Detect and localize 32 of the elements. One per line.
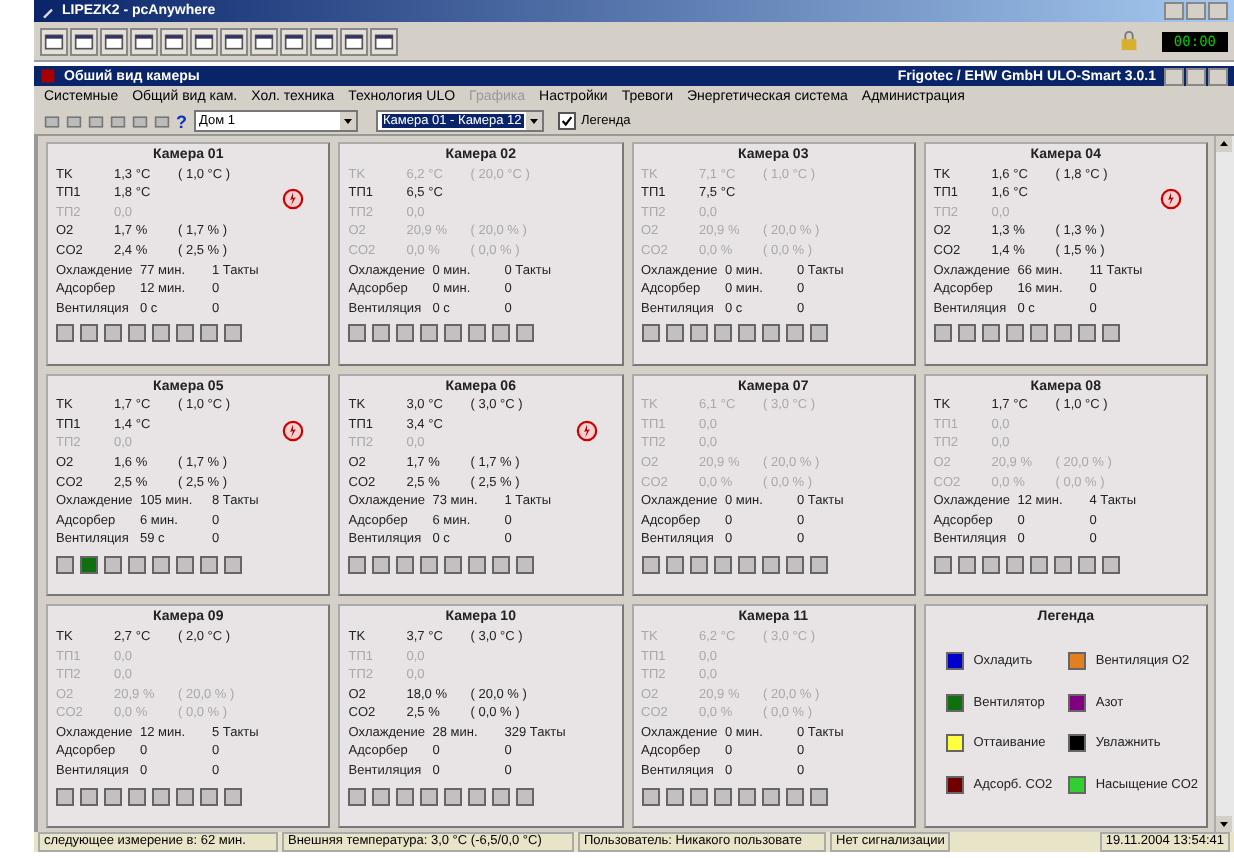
help-button[interactable]: ?	[176, 111, 187, 131]
window-icon	[194, 31, 214, 51]
window-icon	[44, 31, 64, 51]
lock-icon[interactable]	[1117, 30, 1140, 52]
scroll-up-icon[interactable]	[1216, 136, 1232, 152]
toolbar-button[interactable]	[220, 27, 248, 55]
window-icon	[164, 31, 184, 51]
toolbar-button[interactable]	[40, 27, 68, 55]
app-icon	[40, 68, 56, 84]
window-icon	[104, 31, 124, 51]
toolbar-button[interactable]	[160, 27, 188, 55]
toolbar-button[interactable]	[130, 27, 158, 55]
toolbar-button[interactable]	[370, 27, 398, 55]
legend-checkbox[interactable]	[557, 112, 575, 130]
toolbar-button[interactable]	[70, 27, 98, 55]
toolbar-button[interactable]	[100, 27, 128, 55]
window-icon	[374, 31, 394, 51]
toolbar-button[interactable]	[310, 27, 338, 55]
window-icon	[254, 31, 274, 51]
window-icon	[224, 31, 244, 51]
scrollbar[interactable]	[1214, 136, 1234, 832]
scroll-down-icon[interactable]	[1216, 816, 1232, 832]
window-icon	[314, 31, 334, 51]
window-icon	[134, 31, 154, 51]
toolbar-button[interactable]	[280, 27, 308, 55]
window-icon	[284, 31, 304, 51]
toolbar-button[interactable]	[190, 27, 218, 55]
window-icon	[74, 31, 94, 51]
window-icon	[344, 31, 364, 51]
toolbar-button[interactable]	[250, 27, 278, 55]
window-controls[interactable]	[1164, 67, 1228, 85]
toolbar-button[interactable]	[340, 27, 368, 55]
